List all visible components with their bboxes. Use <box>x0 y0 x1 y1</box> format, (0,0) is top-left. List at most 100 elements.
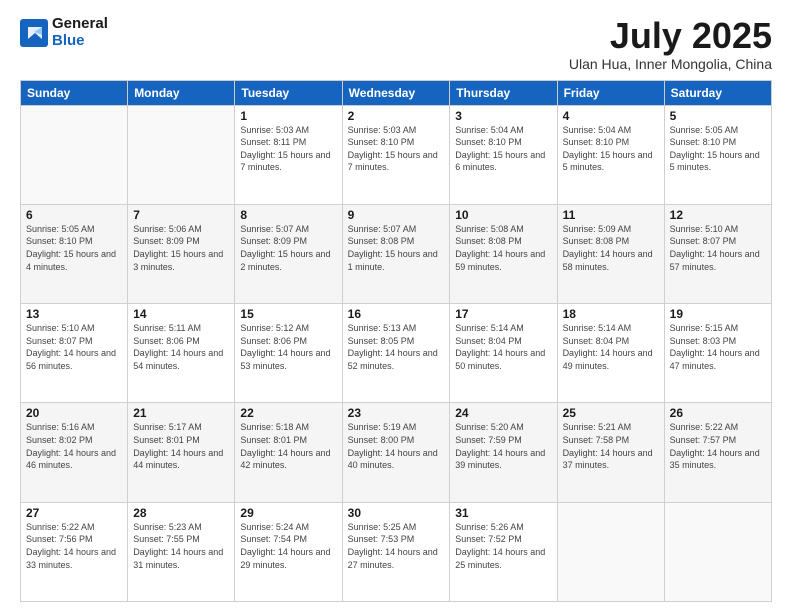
table-row: 11Sunrise: 5:09 AM Sunset: 8:08 PM Dayli… <box>557 204 664 303</box>
day-number: 2 <box>348 109 445 123</box>
col-thursday: Thursday <box>450 80 557 105</box>
table-row: 27Sunrise: 5:22 AM Sunset: 7:56 PM Dayli… <box>21 502 128 601</box>
day-info: Sunrise: 5:12 AM Sunset: 8:06 PM Dayligh… <box>240 322 336 372</box>
day-number: 4 <box>563 109 659 123</box>
table-row: 15Sunrise: 5:12 AM Sunset: 8:06 PM Dayli… <box>235 304 342 403</box>
day-info: Sunrise: 5:08 AM Sunset: 8:08 PM Dayligh… <box>455 223 551 273</box>
day-info: Sunrise: 5:03 AM Sunset: 8:10 PM Dayligh… <box>348 124 445 174</box>
table-row: 5Sunrise: 5:05 AM Sunset: 8:10 PM Daylig… <box>664 105 771 204</box>
day-number: 19 <box>670 307 766 321</box>
table-row: 19Sunrise: 5:15 AM Sunset: 8:03 PM Dayli… <box>664 304 771 403</box>
day-number: 29 <box>240 506 336 520</box>
logo-text: General Blue <box>52 16 108 49</box>
day-number: 23 <box>348 406 445 420</box>
day-info: Sunrise: 5:21 AM Sunset: 7:58 PM Dayligh… <box>563 421 659 471</box>
table-row: 9Sunrise: 5:07 AM Sunset: 8:08 PM Daylig… <box>342 204 450 303</box>
day-info: Sunrise: 5:05 AM Sunset: 8:10 PM Dayligh… <box>670 124 766 174</box>
day-number: 22 <box>240 406 336 420</box>
location-label: Ulan Hua, Inner Mongolia, China <box>569 56 772 72</box>
day-info: Sunrise: 5:14 AM Sunset: 8:04 PM Dayligh… <box>563 322 659 372</box>
calendar-week-row: 27Sunrise: 5:22 AM Sunset: 7:56 PM Dayli… <box>21 502 772 601</box>
day-info: Sunrise: 5:06 AM Sunset: 8:09 PM Dayligh… <box>133 223 229 273</box>
day-info: Sunrise: 5:13 AM Sunset: 8:05 PM Dayligh… <box>348 322 445 372</box>
col-wednesday: Wednesday <box>342 80 450 105</box>
col-saturday: Saturday <box>664 80 771 105</box>
day-number: 27 <box>26 506 122 520</box>
table-row: 16Sunrise: 5:13 AM Sunset: 8:05 PM Dayli… <box>342 304 450 403</box>
header: General Blue July 2025 Ulan Hua, Inner M… <box>20 16 772 72</box>
day-number: 5 <box>670 109 766 123</box>
table-row: 26Sunrise: 5:22 AM Sunset: 7:57 PM Dayli… <box>664 403 771 502</box>
calendar-week-row: 1Sunrise: 5:03 AM Sunset: 8:11 PM Daylig… <box>21 105 772 204</box>
table-row: 24Sunrise: 5:20 AM Sunset: 7:59 PM Dayli… <box>450 403 557 502</box>
calendar-week-row: 13Sunrise: 5:10 AM Sunset: 8:07 PM Dayli… <box>21 304 772 403</box>
table-row: 6Sunrise: 5:05 AM Sunset: 8:10 PM Daylig… <box>21 204 128 303</box>
day-number: 8 <box>240 208 336 222</box>
calendar-week-row: 6Sunrise: 5:05 AM Sunset: 8:10 PM Daylig… <box>21 204 772 303</box>
logo-icon <box>20 19 48 47</box>
calendar-page: General Blue July 2025 Ulan Hua, Inner M… <box>0 0 792 612</box>
day-number: 31 <box>455 506 551 520</box>
table-row: 3Sunrise: 5:04 AM Sunset: 8:10 PM Daylig… <box>450 105 557 204</box>
day-info: Sunrise: 5:22 AM Sunset: 7:57 PM Dayligh… <box>670 421 766 471</box>
calendar-header-row: Sunday Monday Tuesday Wednesday Thursday… <box>21 80 772 105</box>
day-info: Sunrise: 5:03 AM Sunset: 8:11 PM Dayligh… <box>240 124 336 174</box>
calendar-table: Sunday Monday Tuesday Wednesday Thursday… <box>20 80 772 602</box>
table-row: 14Sunrise: 5:11 AM Sunset: 8:06 PM Dayli… <box>128 304 235 403</box>
day-info: Sunrise: 5:26 AM Sunset: 7:52 PM Dayligh… <box>455 521 551 571</box>
table-row <box>128 105 235 204</box>
table-row: 20Sunrise: 5:16 AM Sunset: 8:02 PM Dayli… <box>21 403 128 502</box>
day-number: 12 <box>670 208 766 222</box>
table-row: 1Sunrise: 5:03 AM Sunset: 8:11 PM Daylig… <box>235 105 342 204</box>
day-number: 9 <box>348 208 445 222</box>
day-info: Sunrise: 5:25 AM Sunset: 7:53 PM Dayligh… <box>348 521 445 571</box>
day-number: 14 <box>133 307 229 321</box>
day-info: Sunrise: 5:04 AM Sunset: 8:10 PM Dayligh… <box>455 124 551 174</box>
day-number: 3 <box>455 109 551 123</box>
calendar-week-row: 20Sunrise: 5:16 AM Sunset: 8:02 PM Dayli… <box>21 403 772 502</box>
day-number: 10 <box>455 208 551 222</box>
day-number: 6 <box>26 208 122 222</box>
day-number: 25 <box>563 406 659 420</box>
table-row <box>557 502 664 601</box>
day-info: Sunrise: 5:10 AM Sunset: 8:07 PM Dayligh… <box>670 223 766 273</box>
table-row: 30Sunrise: 5:25 AM Sunset: 7:53 PM Dayli… <box>342 502 450 601</box>
table-row: 23Sunrise: 5:19 AM Sunset: 8:00 PM Dayli… <box>342 403 450 502</box>
table-row: 31Sunrise: 5:26 AM Sunset: 7:52 PM Dayli… <box>450 502 557 601</box>
table-row: 22Sunrise: 5:18 AM Sunset: 8:01 PM Dayli… <box>235 403 342 502</box>
day-number: 28 <box>133 506 229 520</box>
logo-blue-label: Blue <box>52 33 108 50</box>
day-info: Sunrise: 5:07 AM Sunset: 8:09 PM Dayligh… <box>240 223 336 273</box>
day-number: 7 <box>133 208 229 222</box>
day-number: 30 <box>348 506 445 520</box>
day-info: Sunrise: 5:05 AM Sunset: 8:10 PM Dayligh… <box>26 223 122 273</box>
table-row: 12Sunrise: 5:10 AM Sunset: 8:07 PM Dayli… <box>664 204 771 303</box>
day-number: 18 <box>563 307 659 321</box>
logo-general-label: General <box>52 16 108 33</box>
col-friday: Friday <box>557 80 664 105</box>
table-row: 10Sunrise: 5:08 AM Sunset: 8:08 PM Dayli… <box>450 204 557 303</box>
day-info: Sunrise: 5:19 AM Sunset: 8:00 PM Dayligh… <box>348 421 445 471</box>
day-info: Sunrise: 5:17 AM Sunset: 8:01 PM Dayligh… <box>133 421 229 471</box>
table-row: 4Sunrise: 5:04 AM Sunset: 8:10 PM Daylig… <box>557 105 664 204</box>
day-info: Sunrise: 5:04 AM Sunset: 8:10 PM Dayligh… <box>563 124 659 174</box>
day-number: 15 <box>240 307 336 321</box>
day-info: Sunrise: 5:23 AM Sunset: 7:55 PM Dayligh… <box>133 521 229 571</box>
table-row: 17Sunrise: 5:14 AM Sunset: 8:04 PM Dayli… <box>450 304 557 403</box>
day-info: Sunrise: 5:22 AM Sunset: 7:56 PM Dayligh… <box>26 521 122 571</box>
table-row: 29Sunrise: 5:24 AM Sunset: 7:54 PM Dayli… <box>235 502 342 601</box>
day-number: 20 <box>26 406 122 420</box>
table-row: 13Sunrise: 5:10 AM Sunset: 8:07 PM Dayli… <box>21 304 128 403</box>
day-number: 24 <box>455 406 551 420</box>
table-row: 2Sunrise: 5:03 AM Sunset: 8:10 PM Daylig… <box>342 105 450 204</box>
table-row: 18Sunrise: 5:14 AM Sunset: 8:04 PM Dayli… <box>557 304 664 403</box>
table-row: 25Sunrise: 5:21 AM Sunset: 7:58 PM Dayli… <box>557 403 664 502</box>
day-info: Sunrise: 5:09 AM Sunset: 8:08 PM Dayligh… <box>563 223 659 273</box>
logo: General Blue <box>20 16 108 49</box>
day-info: Sunrise: 5:07 AM Sunset: 8:08 PM Dayligh… <box>348 223 445 273</box>
day-info: Sunrise: 5:11 AM Sunset: 8:06 PM Dayligh… <box>133 322 229 372</box>
table-row: 8Sunrise: 5:07 AM Sunset: 8:09 PM Daylig… <box>235 204 342 303</box>
table-row <box>664 502 771 601</box>
day-info: Sunrise: 5:18 AM Sunset: 8:01 PM Dayligh… <box>240 421 336 471</box>
day-number: 17 <box>455 307 551 321</box>
